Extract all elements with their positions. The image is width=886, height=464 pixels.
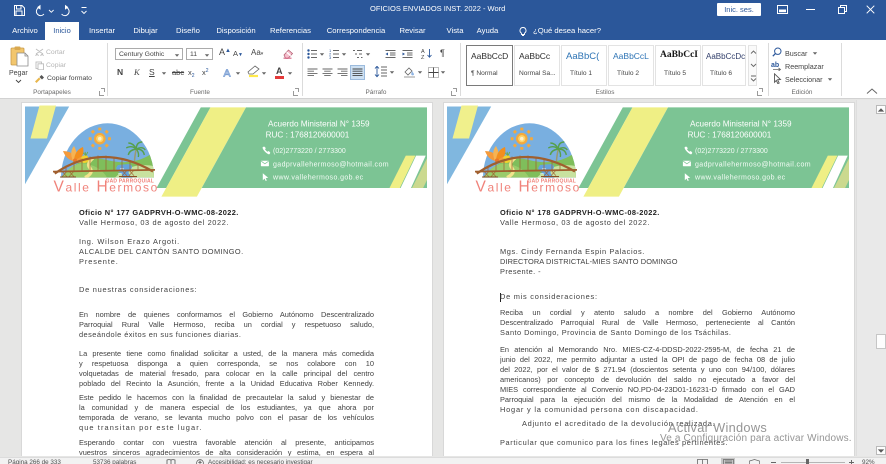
svg-text:3: 3 — [329, 55, 332, 59]
svg-text:ab: ab — [771, 62, 779, 69]
svg-text:Z: Z — [421, 55, 425, 59]
svg-text:A: A — [224, 68, 231, 79]
